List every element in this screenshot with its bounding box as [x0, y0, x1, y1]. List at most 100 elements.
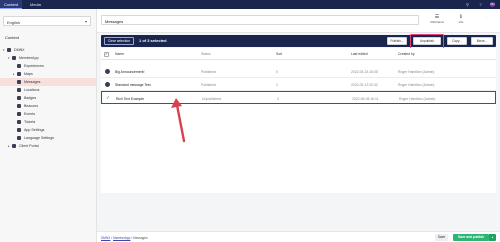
selection-count: 1 of 3 selected [139, 38, 167, 43]
badge-icon [17, 96, 21, 100]
select-all-checkbox[interactable]: ✓ [104, 52, 109, 57]
column-status[interactable]: Status [201, 52, 211, 56]
footer-bar: DMNX / MemberApp / Messages Save Save an… [97, 231, 500, 242]
help-icon[interactable]: ? [478, 2, 483, 7]
selection-bar: Clear selection 1 of 3 selected Publish.… [101, 34, 496, 49]
tree-item-experiences[interactable]: Experiences [0, 62, 96, 70]
breadcrumb-messages: Messages [133, 236, 148, 240]
node-name-field[interactable]: Messages [101, 15, 419, 25]
tree-item-label: Messages [24, 80, 41, 84]
language-value: English [7, 20, 21, 25]
tree-item-label: Events [24, 112, 35, 116]
phone-icon [12, 56, 16, 60]
check-icon[interactable]: ✓ [106, 96, 111, 101]
tree-item-label: Maps [24, 72, 33, 76]
content-header: Messages ☰ Child items ℹ Info ⋮ [97, 9, 500, 33]
tree-item-events[interactable]: Events [0, 110, 96, 118]
caret-right-icon[interactable]: ▸ [13, 70, 15, 78]
ellipsis-icon: ⋮ [483, 14, 489, 20]
language-select[interactable]: English ▾ [3, 16, 91, 26]
row-sort: 0 [276, 70, 278, 74]
caret-down-icon[interactable]: ▾ [8, 54, 10, 62]
beacon-icon [17, 104, 21, 108]
table-row-selected[interactable]: ✓ Rich Text Example Unpublished 2 2022-0… [101, 91, 496, 104]
actions-menu-button[interactable]: ⋮ [475, 14, 497, 28]
row-sort: 2 [277, 97, 279, 101]
breadcrumb-dmnx[interactable]: DMNX [101, 236, 110, 240]
table-header: ✓ Name Status Sort Last edited Created b… [101, 48, 496, 60]
chevron-down-icon: ▾ [84, 19, 87, 24]
tree-item-label: Tickets [24, 120, 36, 124]
tree-item-tickets[interactable]: Tickets [0, 118, 96, 126]
column-sort[interactable]: Sort [276, 52, 282, 56]
row-created-by: Roger Hamilton (Admin) [398, 83, 435, 87]
tree-item-label: Language Settings [24, 136, 54, 140]
tree-item-client-portal[interactable]: ▸ Client Portal [0, 142, 96, 150]
tree-item-dmnx[interactable]: ▾ DMNX [0, 46, 96, 54]
table-row[interactable]: Big Announcement! Published 0 2022-05-18… [101, 65, 496, 78]
message-icon [17, 80, 21, 84]
column-last-edited[interactable]: Last edited [351, 52, 368, 56]
row-status: Unpublished [202, 97, 221, 101]
row-status: Published [201, 83, 216, 87]
clear-selection-button[interactable]: Clear selection [104, 37, 134, 45]
row-name: Big Announcement! [115, 70, 145, 74]
tab-media[interactable]: Media [26, 0, 45, 9]
content-area: Clear selection 1 of 3 selected Publish.… [97, 33, 500, 233]
location-icon [17, 88, 21, 92]
column-name[interactable]: Name [115, 52, 124, 56]
row-created-by: Roger Hamilton (Admin) [399, 97, 436, 101]
row-last-edited: 2022-08-08 16:11 [352, 97, 379, 101]
tree-item-label: Beacons [24, 104, 38, 108]
row-name: Standard message Test [115, 83, 151, 87]
tree-item-language-settings[interactable]: Language Settings [0, 134, 96, 142]
breadcrumb-memberapp[interactable]: MemberApp [113, 236, 130, 240]
tree-item-maps[interactable]: ▸ Maps [0, 70, 96, 78]
move-button[interactable]: Move... [471, 37, 493, 45]
message-icon [105, 82, 110, 87]
unpublish-button[interactable]: Unpublish [413, 37, 441, 45]
top-bar: Content Media ⚲ ? RH [0, 0, 500, 9]
copy-button[interactable]: Copy... [447, 37, 467, 45]
chevron-up-icon[interactable]: ▴ [489, 234, 496, 241]
node-name-value: Messages [105, 19, 124, 24]
tree-item-label: App Settings [24, 128, 45, 132]
breadcrumb: DMNX / MemberApp / Messages [101, 236, 148, 240]
save-and-publish-button[interactable]: Save and publish [453, 234, 489, 241]
caret-down-icon[interactable]: ▾ [3, 46, 5, 54]
list-view-table: ✓ Name Status Sort Last edited Created b… [101, 48, 496, 193]
info-label: Info [458, 20, 464, 24]
info-button[interactable]: ℹ Info [451, 14, 471, 28]
row-status: Published [201, 70, 216, 74]
child-items-label: Child items [430, 20, 444, 24]
tree-item-beacons[interactable]: Beacons [0, 102, 96, 110]
child-items-button[interactable]: ☰ Child items [427, 14, 447, 28]
portal-icon [12, 144, 16, 148]
map-icon [17, 72, 21, 76]
ticket-icon [17, 120, 21, 124]
gear-icon [17, 128, 21, 132]
search-icon[interactable]: ⚲ [465, 2, 470, 7]
table-row[interactable]: Standard message Test Published 1 2022-0… [101, 78, 496, 91]
message-icon [105, 69, 110, 74]
tree-item-memberapp[interactable]: ▾ MemberApp [0, 54, 96, 62]
star-icon [17, 64, 21, 68]
tree-item-locations[interactable]: Locations [0, 86, 96, 94]
column-created-by[interactable]: Created by [398, 52, 415, 56]
tree-item-label: MemberApp [19, 56, 39, 60]
caret-right-icon[interactable]: ▸ [8, 142, 10, 150]
globe-icon [7, 48, 11, 52]
tree-item-app-settings[interactable]: App Settings [0, 126, 96, 134]
row-sort: 1 [276, 83, 278, 87]
row-last-edited: 2022-05-13 20:32 [351, 83, 378, 87]
row-created-by: Roger Hamilton (Admin) [398, 70, 435, 74]
save-button[interactable]: Save [435, 234, 448, 241]
row-name: Rich Text Example [116, 97, 145, 101]
tab-content[interactable]: Content [0, 0, 23, 9]
publish-button[interactable]: Publish... [387, 37, 407, 45]
tree-item-label: DMNX [14, 48, 25, 52]
avatar[interactable]: RH [490, 2, 495, 7]
tree-item-messages[interactable]: Messages [0, 78, 96, 86]
language-icon [17, 136, 21, 140]
tree-item-badges[interactable]: Badges [0, 94, 96, 102]
